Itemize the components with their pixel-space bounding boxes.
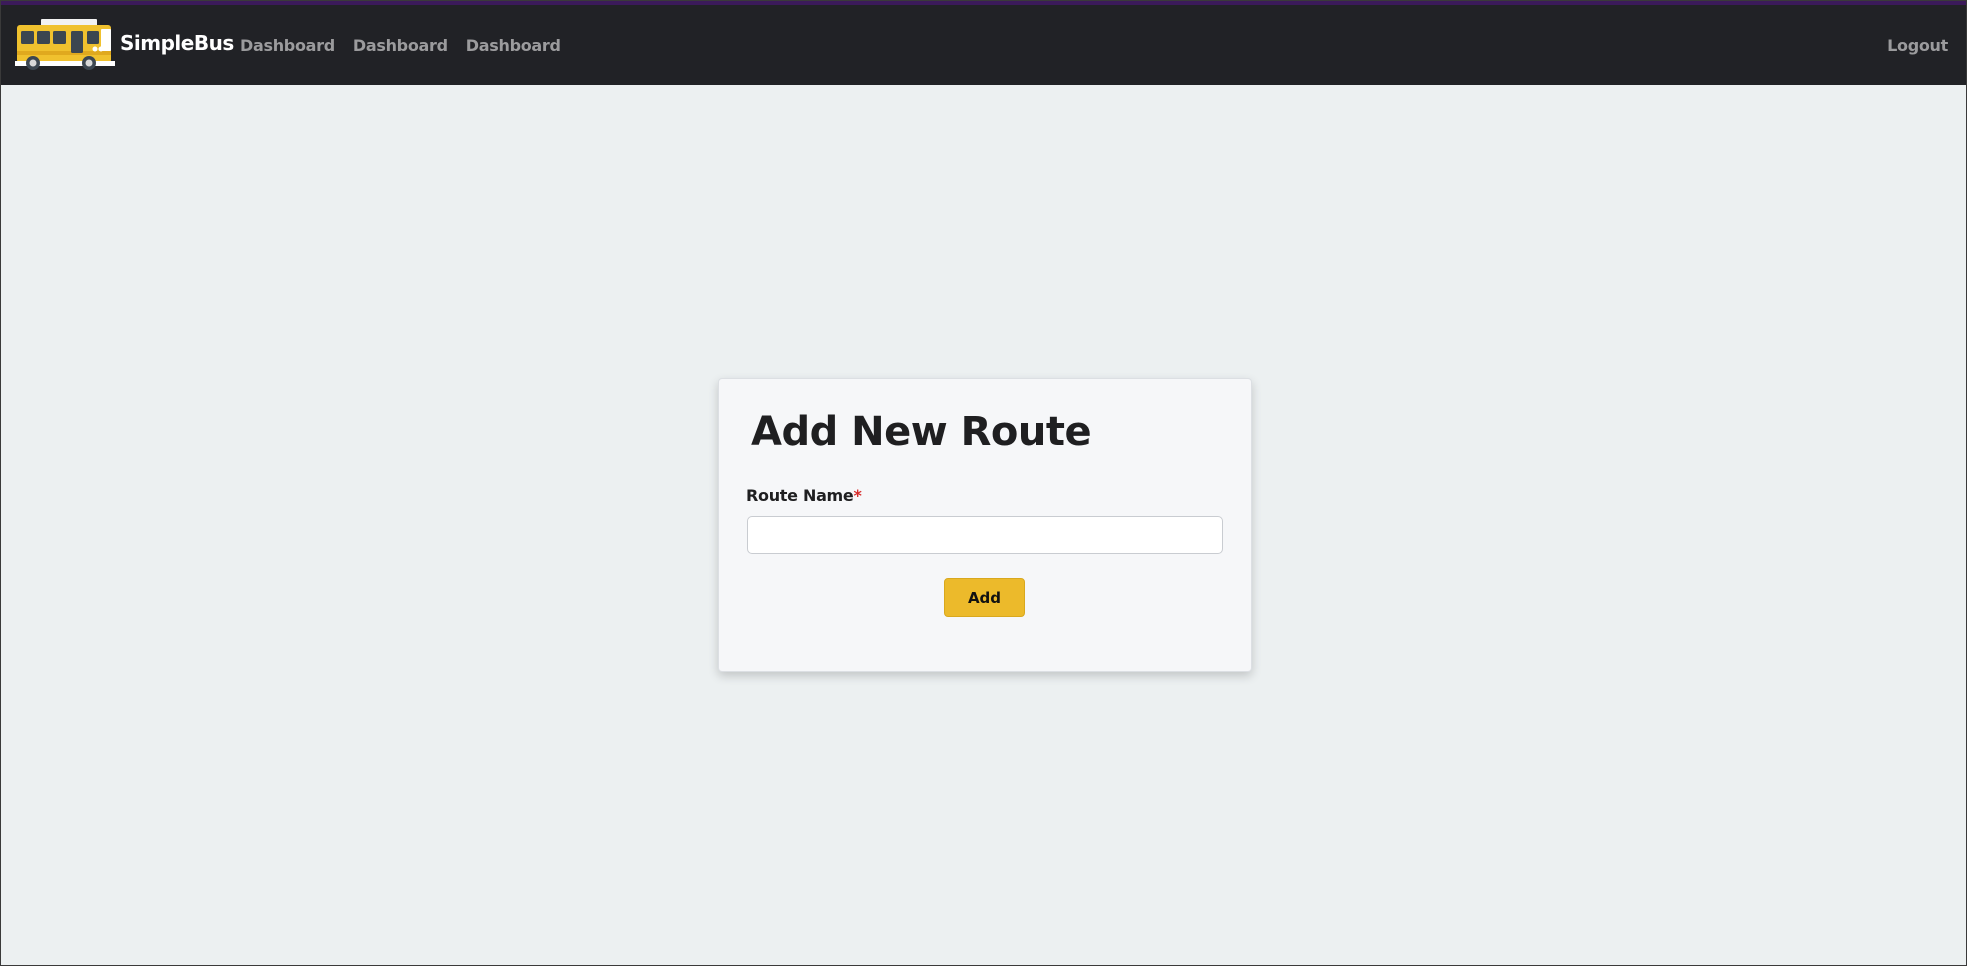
school-bus-icon [15,19,115,70]
brand-name: SimpleBus [120,31,234,55]
brand[interactable]: SimpleBus [15,17,234,73]
nav-link-dashboard-1[interactable]: Dashboard [240,36,335,55]
route-name-label: Route Name* [746,486,862,505]
route-name-label-text: Route Name [746,486,854,505]
route-name-input[interactable] [747,516,1223,554]
nav-link-dashboard-3[interactable]: Dashboard [466,36,561,55]
main-nav: Dashboard Dashboard Dashboard [240,5,579,85]
nav-link-dashboard-2[interactable]: Dashboard [353,36,448,55]
required-marker: * [853,486,862,505]
top-navbar: SimpleBus Dashboard Dashboard Dashboard … [1,1,1966,85]
add-route-card: Add New Route Route Name* Add [718,378,1252,672]
page-title: Add New Route [751,409,1092,455]
add-button[interactable]: Add [944,578,1025,617]
logout-link[interactable]: Logout [1887,5,1948,85]
